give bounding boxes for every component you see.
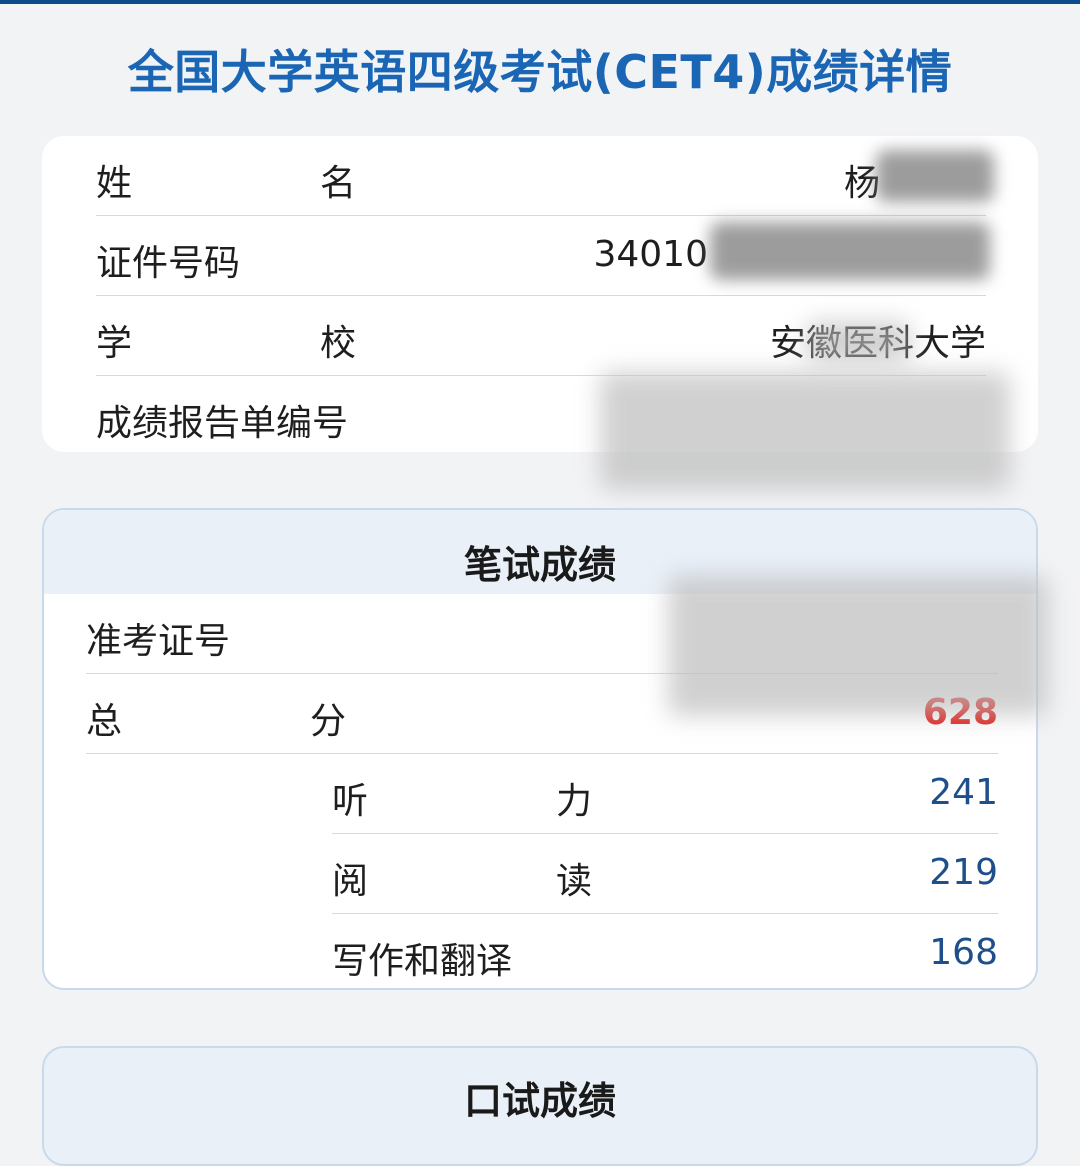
ticket-number-label: 准考证号 bbox=[86, 621, 231, 662]
listening-score-row: 听 力 241 bbox=[332, 754, 998, 834]
writing-translation-score-row: 写作和翻译 168 bbox=[332, 914, 998, 988]
top-accent-bar bbox=[0, 0, 1080, 4]
name-value: 杨 bbox=[843, 163, 880, 204]
name-row: 姓 名 杨 bbox=[96, 136, 986, 216]
writing-translation-label: 写作和翻译 bbox=[332, 941, 513, 982]
listening-label: 听 力 bbox=[332, 781, 669, 822]
school-label: 学 校 bbox=[96, 323, 433, 364]
listening-score-value: 241 bbox=[929, 772, 998, 813]
writing-translation-score-value: 168 bbox=[929, 932, 998, 973]
redaction-scribble bbox=[876, 150, 994, 202]
redaction-scribble bbox=[600, 372, 1010, 490]
oral-scores-card: 口试成绩 bbox=[42, 1046, 1038, 1166]
redaction-scribble bbox=[668, 576, 1048, 716]
report-number-label: 成绩报告单编号 bbox=[96, 403, 349, 444]
page-title: 全国大学英语四级考试(CET4)成绩详情 bbox=[127, 45, 953, 99]
reading-score-value: 219 bbox=[929, 852, 998, 893]
name-label: 姓 名 bbox=[96, 163, 433, 204]
total-score-label: 总 分 bbox=[86, 701, 423, 742]
id-number-label: 证件号码 bbox=[96, 243, 241, 284]
reading-label: 阅 读 bbox=[332, 861, 669, 902]
redaction-scribble bbox=[806, 322, 910, 362]
id-number-value: 34010 bbox=[593, 234, 708, 275]
oral-scores-title: 口试成绩 bbox=[463, 1079, 616, 1123]
reading-score-row: 阅 读 219 bbox=[332, 834, 998, 914]
redaction-scribble bbox=[710, 222, 990, 280]
